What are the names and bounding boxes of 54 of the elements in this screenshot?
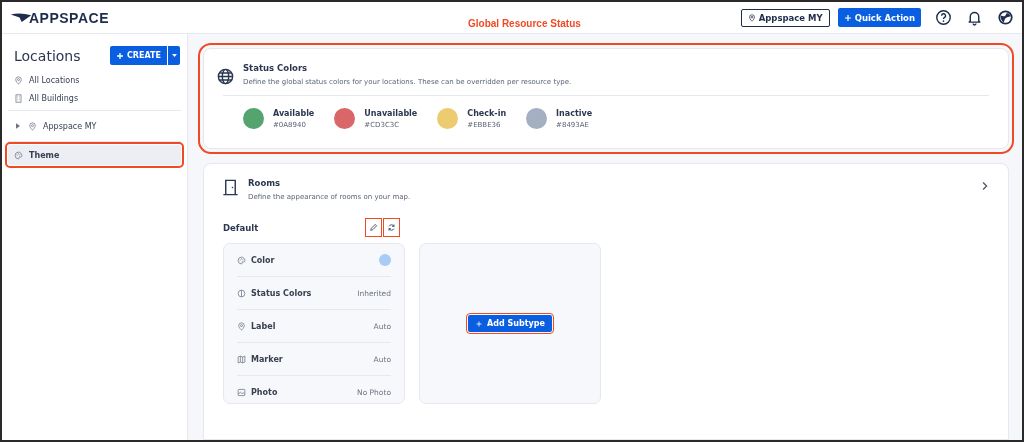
add-subtype-button[interactable]: Add Subtype — [468, 315, 552, 332]
reset-button[interactable] — [385, 220, 398, 235]
property-label: Color — [251, 255, 276, 265]
sidebar-item[interactable]: Theme — [8, 145, 181, 165]
palette-icon — [14, 150, 23, 160]
status-name: Available — [273, 108, 315, 118]
location-pin-icon — [14, 75, 23, 85]
status-color-swatch[interactable] — [334, 108, 356, 129]
plus-icon — [116, 51, 124, 60]
status-color-swatch[interactable] — [437, 108, 459, 129]
plus-icon — [475, 319, 484, 328]
help-icon[interactable] — [935, 9, 952, 26]
caret-right-icon — [16, 123, 20, 129]
create-menu-button[interactable] — [168, 46, 180, 65]
edit-button[interactable] — [367, 220, 380, 235]
subtype-title: Default — [223, 222, 260, 233]
property-label: Label — [251, 321, 277, 331]
half-circle-icon — [237, 288, 246, 298]
pencil-icon — [369, 223, 378, 232]
sidebar-title: Locations — [14, 47, 81, 64]
appspace-logo[interactable]: APPSPACE — [10, 9, 109, 26]
palette-icon — [237, 255, 246, 265]
location-pin-icon — [747, 13, 756, 22]
tree-item[interactable]: Appspace MY — [8, 117, 181, 135]
location-pin-icon — [237, 321, 246, 331]
map-icon — [237, 354, 246, 364]
globe-avatar-icon[interactable] — [997, 9, 1014, 26]
location-pin-icon — [28, 121, 37, 131]
sidebar-item[interactable]: All Buildings — [8, 89, 181, 107]
property-label: Marker — [251, 354, 284, 364]
refresh-icon — [387, 223, 396, 232]
status-color-swatch[interactable] — [526, 108, 548, 129]
image-icon — [237, 387, 246, 397]
globe-icon — [216, 67, 235, 86]
status-color-swatch[interactable] — [243, 108, 264, 129]
chevron-right-icon[interactable] — [981, 181, 988, 191]
location-button[interactable]: Appspace MY — [740, 8, 830, 27]
caret-down-icon — [171, 54, 177, 57]
color-swatch[interactable] — [379, 254, 391, 266]
status-name: Check-in — [467, 108, 507, 118]
property-label: Status Colors — [251, 288, 313, 298]
building-icon — [14, 93, 23, 103]
annotation-label: Global Resource Status — [468, 18, 581, 29]
create-button[interactable]: CREATE — [110, 46, 167, 65]
plus-icon — [843, 13, 852, 22]
door-icon — [221, 178, 240, 197]
bell-icon[interactable] — [966, 9, 983, 26]
sidebar-item[interactable]: All Locations — [8, 71, 181, 89]
status-name: Inactive — [556, 108, 593, 118]
property-label: Photo — [251, 387, 279, 397]
card-title: Rooms — [248, 178, 282, 188]
card-title: Status Colors — [243, 63, 309, 73]
status-name: Unavailable — [364, 108, 418, 118]
quick-action-button[interactable]: Quick Action — [837, 8, 921, 27]
